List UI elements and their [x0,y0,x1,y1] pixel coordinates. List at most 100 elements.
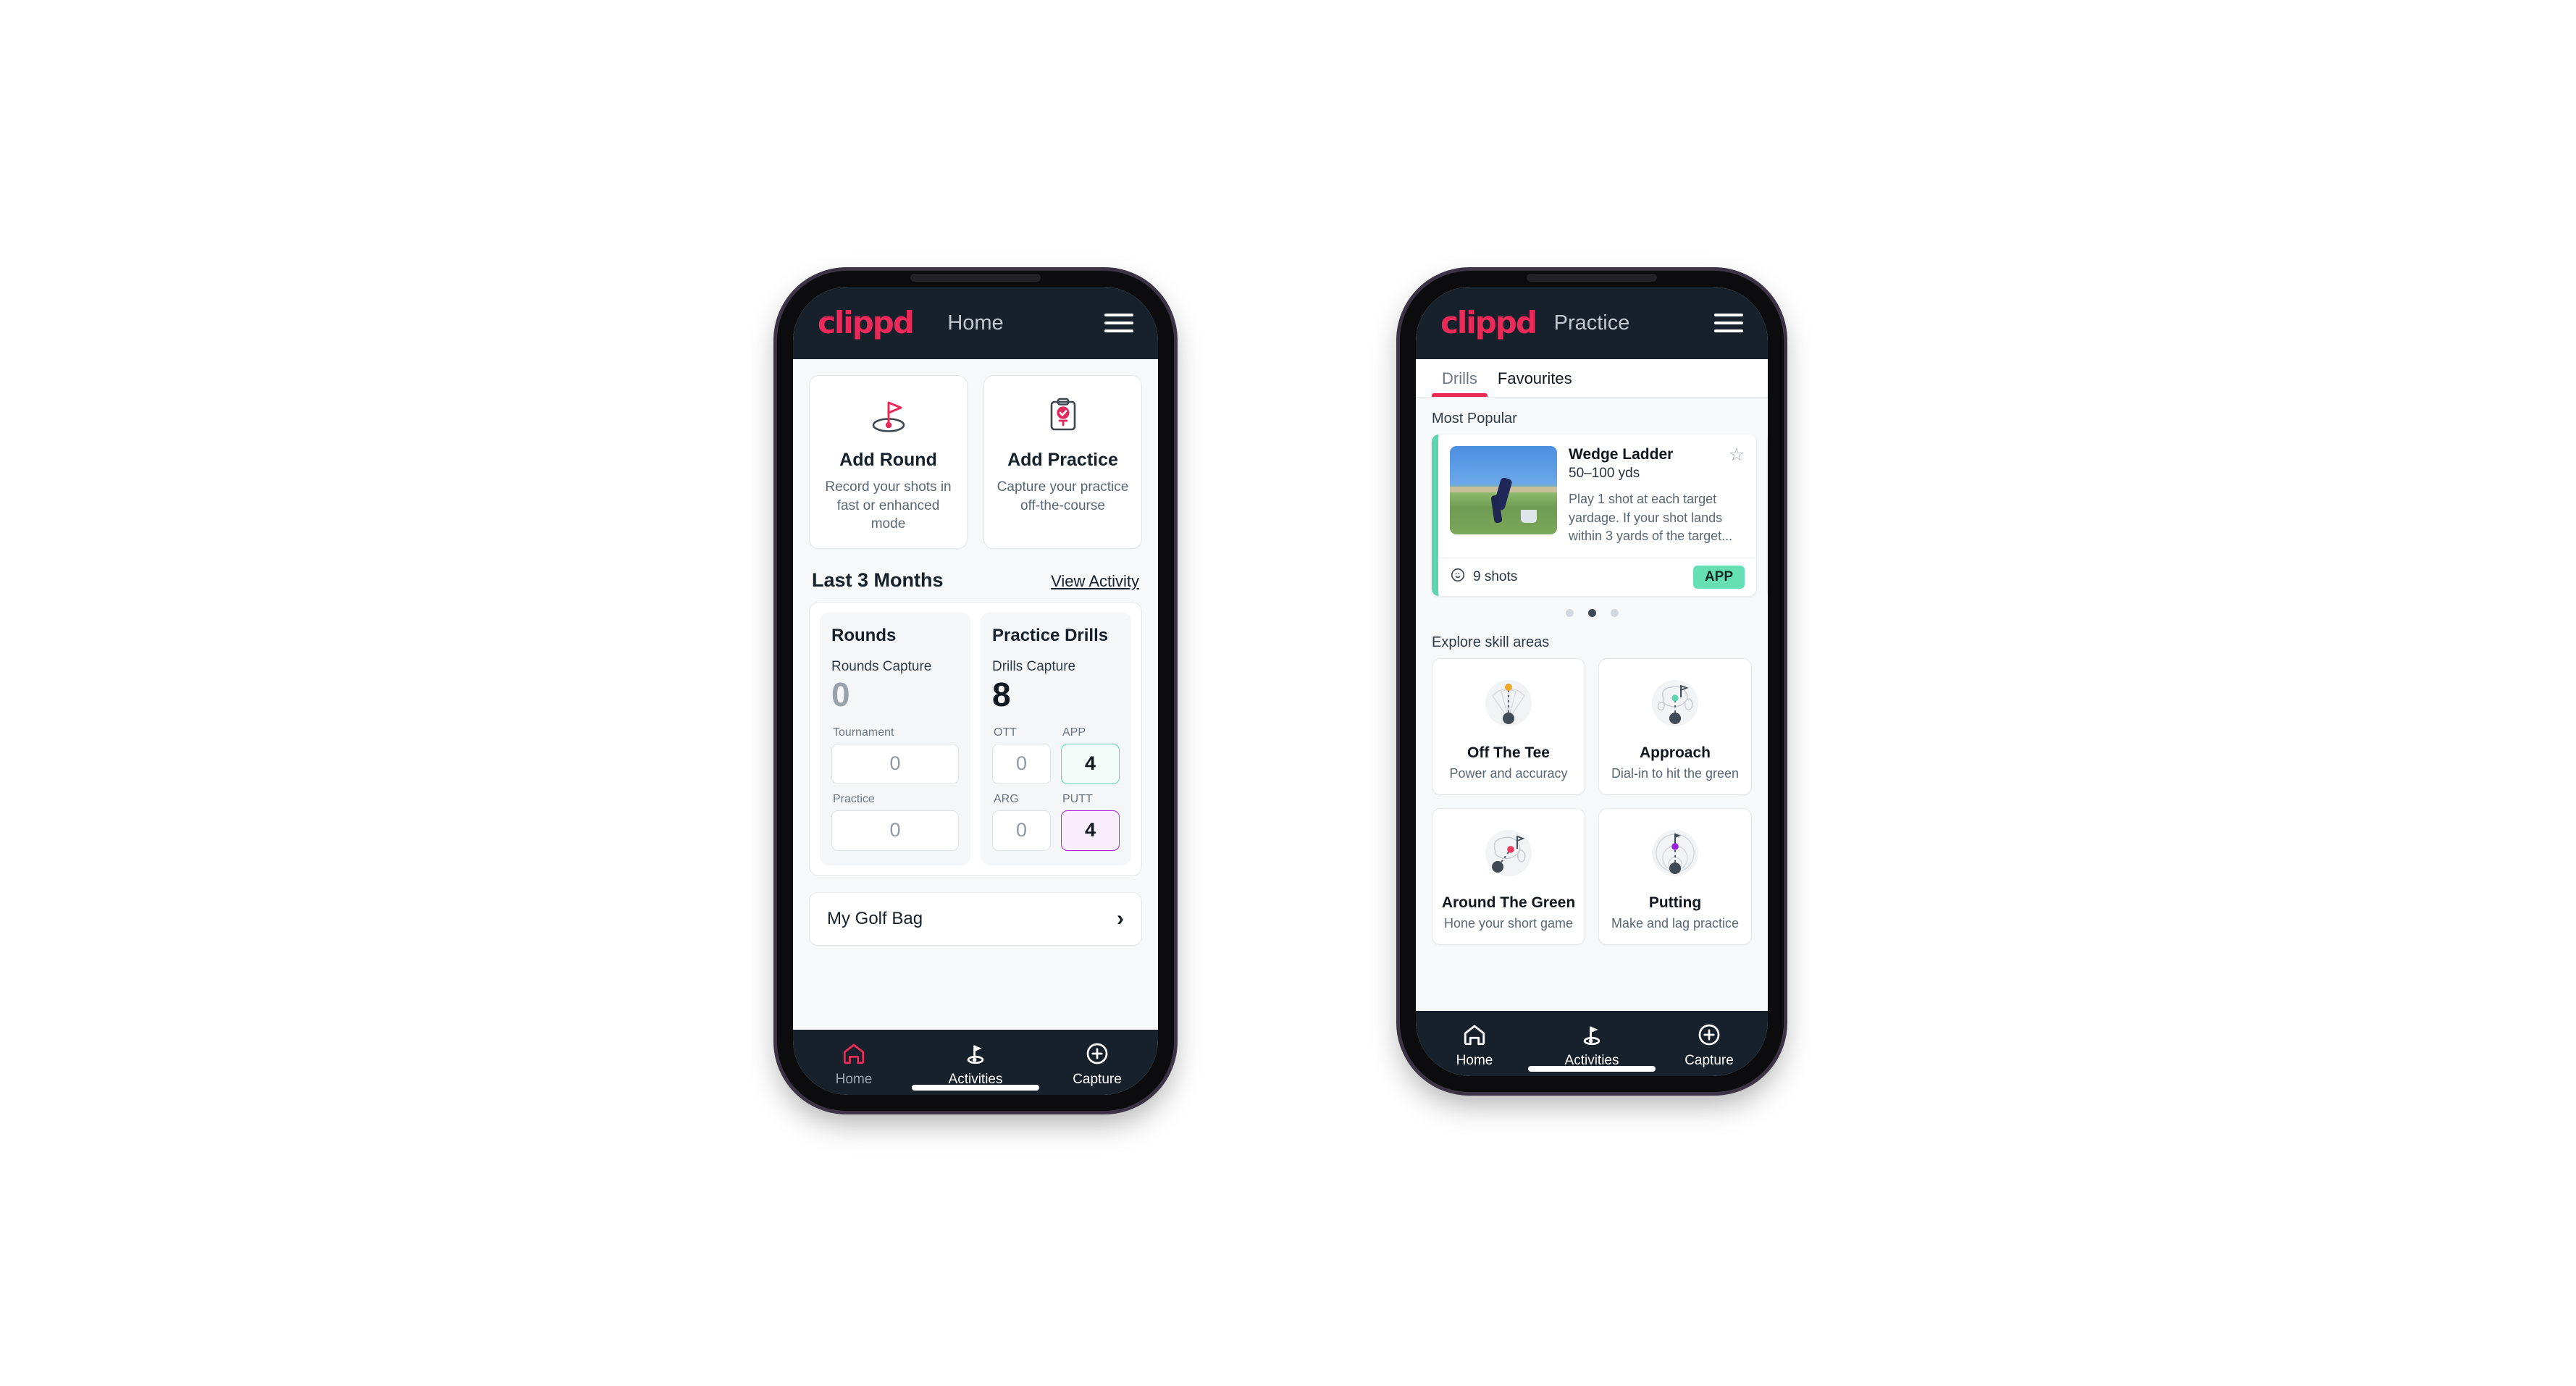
tournament-value[interactable]: 0 [831,743,959,784]
add-round-card[interactable]: Add Round Record your shots in fast or e… [809,375,968,549]
drill-card-footer: 9 shots APP [1438,557,1756,596]
phone-home-mockup: clippd Home Add Round Record your shots … [777,271,1174,1111]
skill-card-putting[interactable]: Putting Make and lag practice [1598,807,1752,945]
home-icon [793,1040,915,1067]
putt-stat: PUTT 4 [1061,793,1120,851]
tab-favourites[interactable]: Favourites [1488,359,1582,397]
drill-row-2: ARG 0 PUTT 4 [992,793,1120,851]
skill-title-around-the-green: Around The Green [1441,894,1576,911]
clippd-logo[interactable]: clippd [818,308,915,338]
most-popular-label: Most Popular [1432,411,1517,427]
practice-appbar: clippd Practice [1416,287,1768,359]
quick-actions-row: Add Round Record your shots in fast or e… [793,359,1158,549]
add-round-subtitle: Record your shots in fast or enhanced mo… [825,479,952,532]
golf-flag-nav-icon [915,1040,1036,1067]
phone-practice-mockup: clippd Practice Drills Favourites Most P… [1400,271,1784,1092]
practice-stat: Practice 0 [831,793,959,851]
tournament-stat: Tournament 0 [831,726,959,784]
home-indicator-bar [1528,1066,1656,1072]
practice-label: Practice [833,792,875,805]
drill-description: Play 1 shot at each target yardage. If y… [1569,492,1733,544]
explore-skill-areas-label: Explore skill areas [1432,634,1550,650]
carousel-dot-2[interactable] [1587,608,1596,617]
nav-item-activities[interactable]: Activities [915,1040,1036,1088]
nav-item-capture[interactable]: Capture [1650,1021,1768,1069]
carousel-dot-3[interactable] [1610,608,1619,617]
my-golf-bag-row[interactable]: My Golf Bag › [809,891,1142,946]
skill-areas-grid: Off The Tee Power and accuracy Approach … [1416,658,1768,945]
drill-card-body: Wedge Ladder 50–100 yds ☆ Play 1 shot at… [1438,434,1756,558]
golf-flag-nav-icon [1533,1021,1650,1049]
skill-card-off-the-tee[interactable]: Off The Tee Power and accuracy [1432,658,1585,795]
drill-shots-count: 9 shots [1473,568,1518,584]
clipboard-check-icon [994,392,1131,438]
nav-label-home: Home [835,1072,873,1087]
skill-card-approach[interactable]: Approach Dial-in to hit the green [1598,658,1752,795]
skill-title-approach: Approach [1639,744,1711,761]
arg-value[interactable]: 0 [992,810,1051,851]
rounds-heading: Rounds [831,625,897,645]
practice-tabs: Drills Favourites [1416,359,1768,398]
nav-item-capture[interactable]: Capture [1036,1040,1158,1088]
golf-flag-icon [820,392,957,438]
home-indicator-bar [912,1085,1039,1091]
stats-grid: Rounds Rounds Capture 0 Tournament 0 Pra… [820,612,1131,865]
nav-label-capture: Capture [1073,1072,1122,1087]
drill-category-badge: APP [1692,565,1745,589]
drill-card-wedge-ladder[interactable]: Wedge Ladder 50–100 yds ☆ Play 1 shot at… [1432,434,1756,596]
skill-title-off-the-tee: Off The Tee [1467,744,1550,761]
section-title: Last 3 Months [812,568,944,591]
phone-notch [1527,274,1657,282]
add-round-title: Add Round [839,450,937,470]
rounds-capture-label: Rounds Capture [831,658,932,674]
tab-active-underline [1432,393,1488,397]
drill-carousel[interactable]: Wedge Ladder 50–100 yds ☆ Play 1 shot at… [1416,434,1768,596]
add-practice-card[interactable]: Add Practice Capture your practice off-t… [983,375,1142,549]
nav-item-activities[interactable]: Activities [1533,1021,1650,1069]
home-content: Add Round Record your shots in fast or e… [793,359,1158,1030]
drills-capture-value: 8 [992,675,1011,713]
add-practice-subtitle: Capture your practice off-the-course [997,479,1129,513]
arg-label: ARG [994,792,1019,805]
app-stat: APP 4 [1061,726,1120,784]
skill-sub-approach: Dial-in to hit the green [1611,765,1740,781]
chevron-right-icon: › [1117,906,1124,931]
app-value[interactable]: 4 [1061,743,1120,784]
tournament-label: Tournament [833,726,894,739]
hamburger-menu-icon[interactable] [1104,314,1133,332]
plus-circle-icon [1650,1021,1768,1049]
off-the-tee-icon [1440,671,1577,737]
drill-thumbnail [1450,446,1557,534]
plus-circle-icon [1036,1040,1158,1067]
ott-label: OTT [994,726,1017,739]
clippd-logo[interactable]: clippd [1440,308,1537,338]
home-appbar: clippd Home [793,287,1158,359]
stats-panel: Rounds Rounds Capture 0 Tournament 0 Pra… [809,601,1142,876]
tab-drills[interactable]: Drills [1432,359,1488,397]
nav-item-home[interactable]: Home [793,1040,915,1088]
drill-name: Wedge Ladder [1569,446,1674,463]
view-activity-link[interactable]: View Activity [1051,572,1139,591]
screenshot-stage: clippd Home Add Round Record your shots … [0,0,2576,1386]
practice-value[interactable]: 0 [831,810,959,851]
drill-yardage: 50–100 yds [1569,466,1640,481]
nav-item-home[interactable]: Home [1416,1021,1533,1069]
ott-value[interactable]: 0 [992,743,1051,784]
carousel-dot-1[interactable] [1565,608,1574,617]
practice-bottom-nav: Home Activities Capture [1416,1011,1768,1076]
golf-ball-icon [1450,567,1466,587]
star-outline-icon[interactable]: ☆ [1729,446,1745,464]
putting-icon [1606,820,1744,887]
drills-capture-label: Drills Capture [992,658,1076,674]
drill-title-row: Wedge Ladder 50–100 yds ☆ [1569,446,1745,482]
hamburger-menu-icon[interactable] [1714,314,1743,332]
putt-value[interactable]: 4 [1061,810,1120,851]
skill-sub-around-the-green: Hone your short game [1443,915,1574,931]
home-screen: clippd Home Add Round Record your shots … [793,287,1158,1095]
app-label: APP [1062,726,1086,739]
practice-drills-column: Practice Drills Drills Capture 8 OTT 0 A… [981,612,1131,865]
my-golf-bag-label: My Golf Bag [827,908,923,928]
drill-row-1: OTT 0 APP 4 [992,726,1120,784]
skill-card-around-the-green[interactable]: Around The Green Hone your short game [1432,807,1585,945]
approach-icon [1606,671,1744,737]
